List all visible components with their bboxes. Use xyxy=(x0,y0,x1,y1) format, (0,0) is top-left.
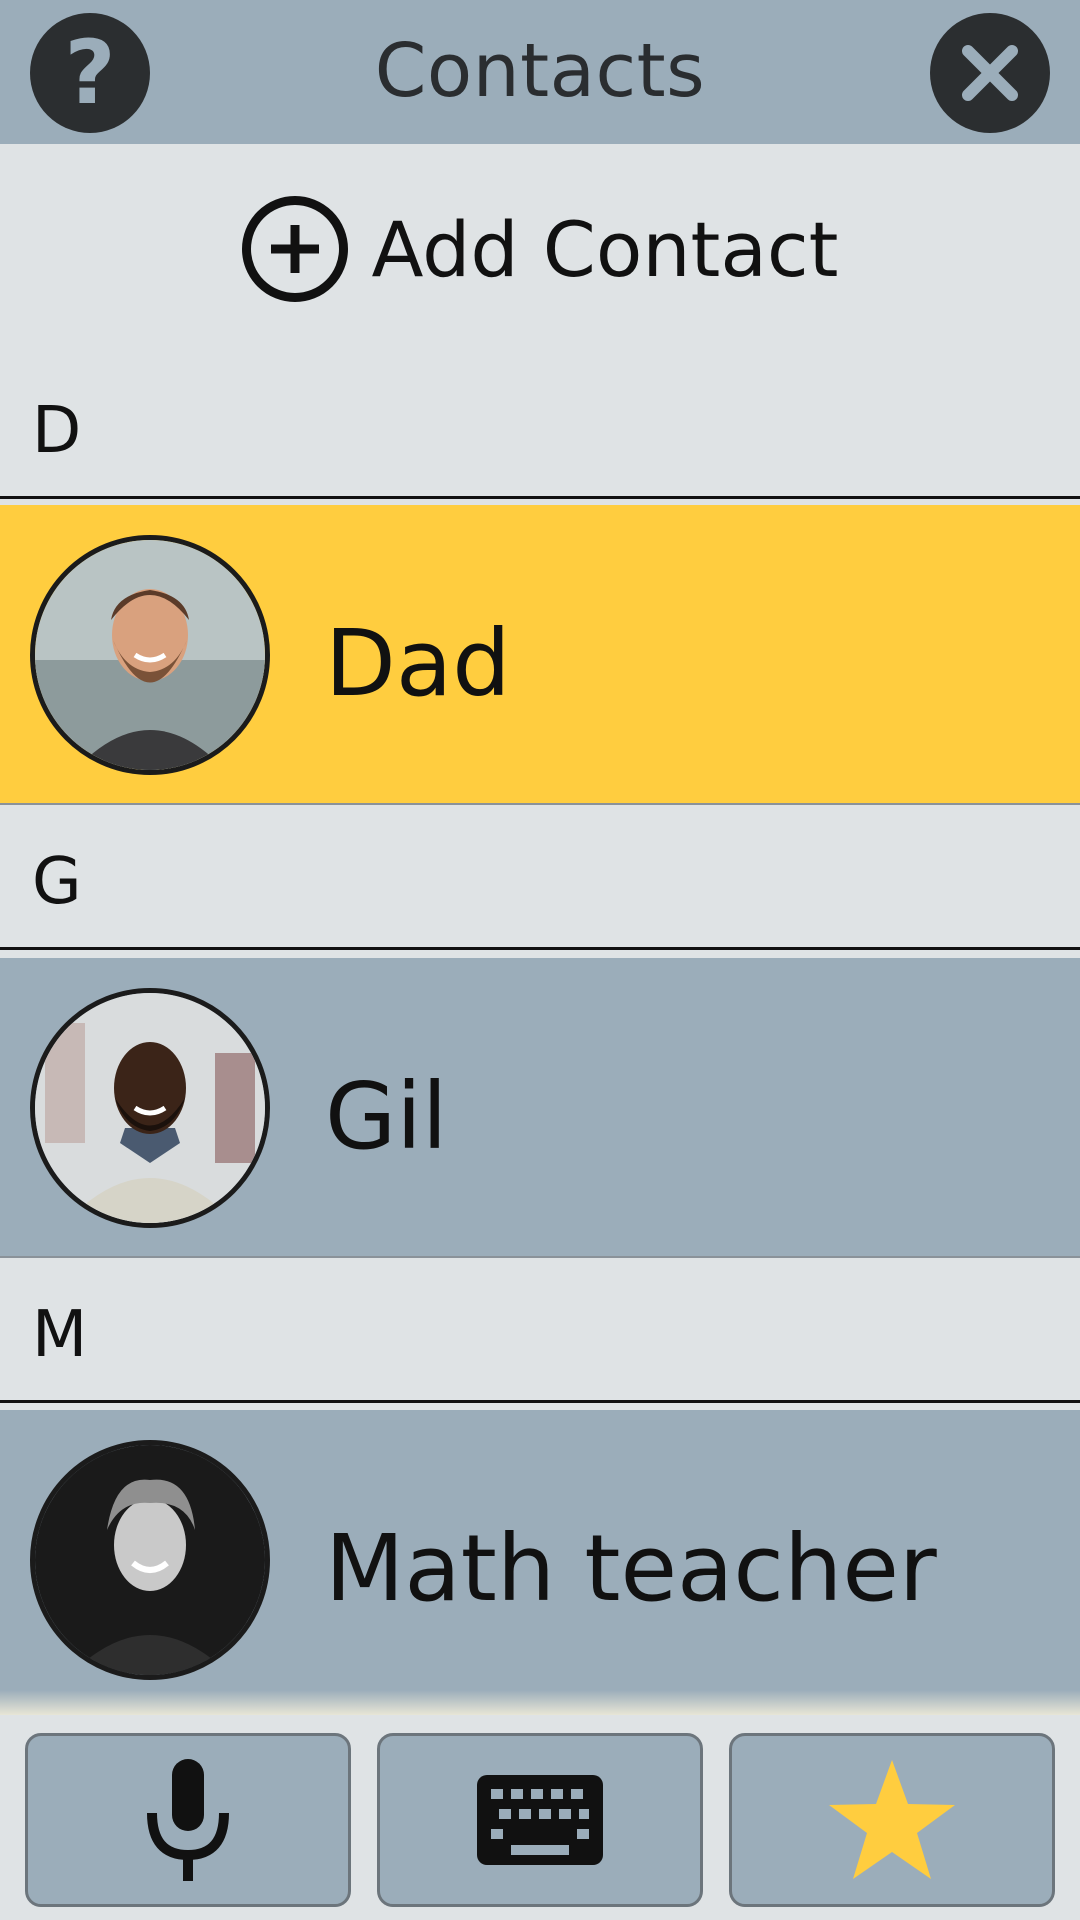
avatar xyxy=(30,988,270,1228)
contact-row-math-teacher[interactable]: Math teacher xyxy=(0,1410,1080,1710)
keyboard-button[interactable] xyxy=(377,1733,703,1907)
scroll-fade xyxy=(0,1690,1080,1715)
add-contact-label: Add Contact xyxy=(371,204,839,294)
close-button[interactable] xyxy=(930,13,1050,133)
add-contact-button[interactable]: Add Contact xyxy=(0,144,1080,354)
contact-name: Dad xyxy=(325,610,511,717)
star-icon xyxy=(829,1760,955,1879)
contact-row-gil[interactable]: Gil xyxy=(0,958,1080,1258)
contacts-screen: ? Contacts Add Contact D Dad G Gil M Mat… xyxy=(0,0,1080,1920)
section-header-g: G xyxy=(0,805,1080,950)
section-letter: M xyxy=(32,1298,88,1372)
favorites-button[interactable] xyxy=(729,1733,1055,1907)
contact-name: Gil xyxy=(325,1063,448,1170)
section-letter: D xyxy=(32,394,82,468)
close-icon xyxy=(962,45,1018,101)
page-title: Contacts xyxy=(374,28,706,114)
avatar xyxy=(30,1440,270,1680)
avatar xyxy=(30,535,270,775)
section-header-m: M xyxy=(0,1258,1080,1403)
microphone-icon xyxy=(147,1759,229,1881)
contact-row-dad[interactable]: Dad xyxy=(0,505,1080,805)
section-header-d: D xyxy=(0,354,1080,499)
header-bar: ? Contacts xyxy=(0,0,1080,144)
voice-input-button[interactable] xyxy=(25,1733,351,1907)
section-letter: G xyxy=(32,845,82,919)
plus-circle-icon xyxy=(241,196,348,302)
bottom-toolbar xyxy=(0,1715,1080,1920)
keyboard-icon xyxy=(477,1775,603,1865)
contact-name: Math teacher xyxy=(325,1515,937,1622)
